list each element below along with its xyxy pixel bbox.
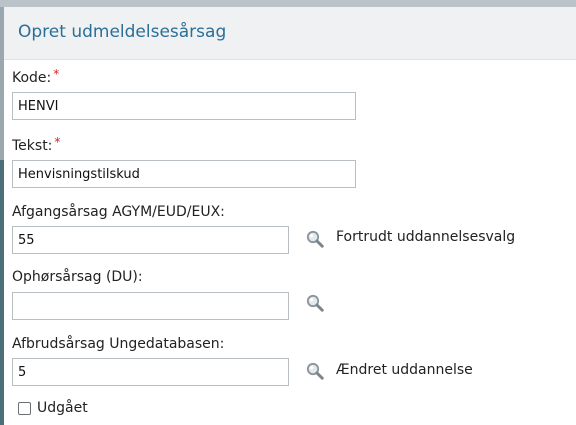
afgangsaarsag-input[interactable] (12, 226, 289, 254)
required-marker: * (54, 135, 61, 149)
afbrudsaarsag-input[interactable] (12, 358, 289, 386)
udgaaet-checkbox[interactable] (18, 402, 31, 415)
tekst-label: Tekst: * (12, 135, 61, 154)
tekst-input[interactable] (12, 160, 356, 188)
dialog-header: Opret udmeldelsesårsag (4, 7, 576, 60)
afgangsaarsag-search-icon[interactable] (305, 229, 325, 249)
kode-label: Kode: * (12, 67, 60, 86)
afbrudsaarsag-search-icon[interactable] (305, 361, 325, 381)
background-strip-top (0, 0, 576, 7)
ophoersaarsag-label: Ophørsårsag (DU): (12, 269, 143, 285)
afbrudsaarsag-label: Afbrudsårsag Ungedatabasen: (12, 336, 225, 352)
afbrudsaarsag-lookup-text: Ændret uddannelse (336, 362, 473, 378)
udgaaet-label: Udgået (37, 400, 88, 416)
kode-input[interactable] (12, 92, 356, 120)
dialog-title: Opret udmeldelsesårsag (18, 22, 227, 42)
required-marker: * (53, 67, 60, 81)
ophoersaarsag-search-icon[interactable] (305, 293, 325, 313)
afgangsaarsag-label: Afgangsårsag AGYM/EUD/EUX: (12, 204, 225, 220)
ophoersaarsag-input[interactable] (12, 292, 289, 320)
afgangsaarsag-lookup-text: Fortrudt uddannelsesvalg (336, 229, 516, 245)
create-reason-dialog: Opret udmeldelsesårsag Kode:* Tekst:* Af… (4, 7, 576, 425)
